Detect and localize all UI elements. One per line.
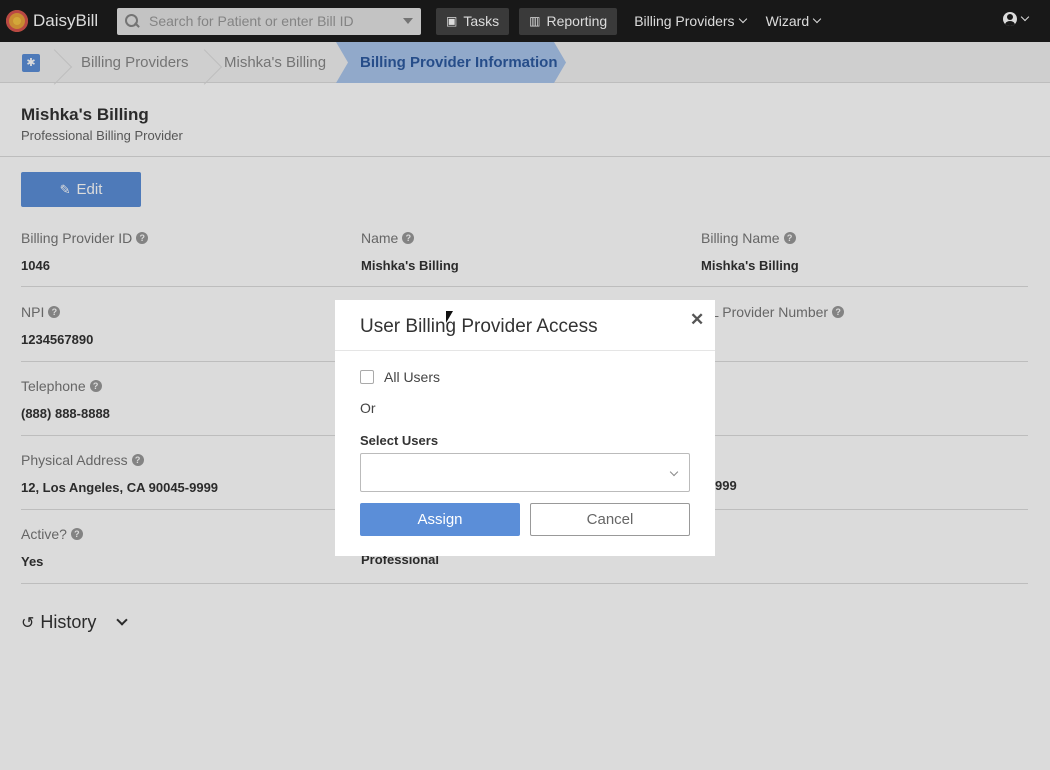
all-users-label: All Users <box>384 369 441 385</box>
select-users-label: Select Users <box>360 433 439 448</box>
chevron-down-icon <box>669 467 679 477</box>
user-access-modal: User Billing Provider Access ✕ All Users… <box>335 300 715 556</box>
assign-button[interactable]: Assign <box>360 503 520 536</box>
cancel-button[interactable]: Cancel <box>530 503 690 536</box>
mouse-cursor-icon <box>446 311 453 323</box>
select-users-dropdown[interactable] <box>360 453 690 492</box>
all-users-option[interactable]: All Users <box>360 369 440 385</box>
or-separator: Or <box>360 400 376 416</box>
modal-header: User Billing Provider Access ✕ <box>335 300 715 351</box>
close-icon[interactable]: ✕ <box>690 310 704 330</box>
modal-title: User Billing Provider Access <box>360 316 598 337</box>
all-users-checkbox[interactable] <box>360 370 374 384</box>
